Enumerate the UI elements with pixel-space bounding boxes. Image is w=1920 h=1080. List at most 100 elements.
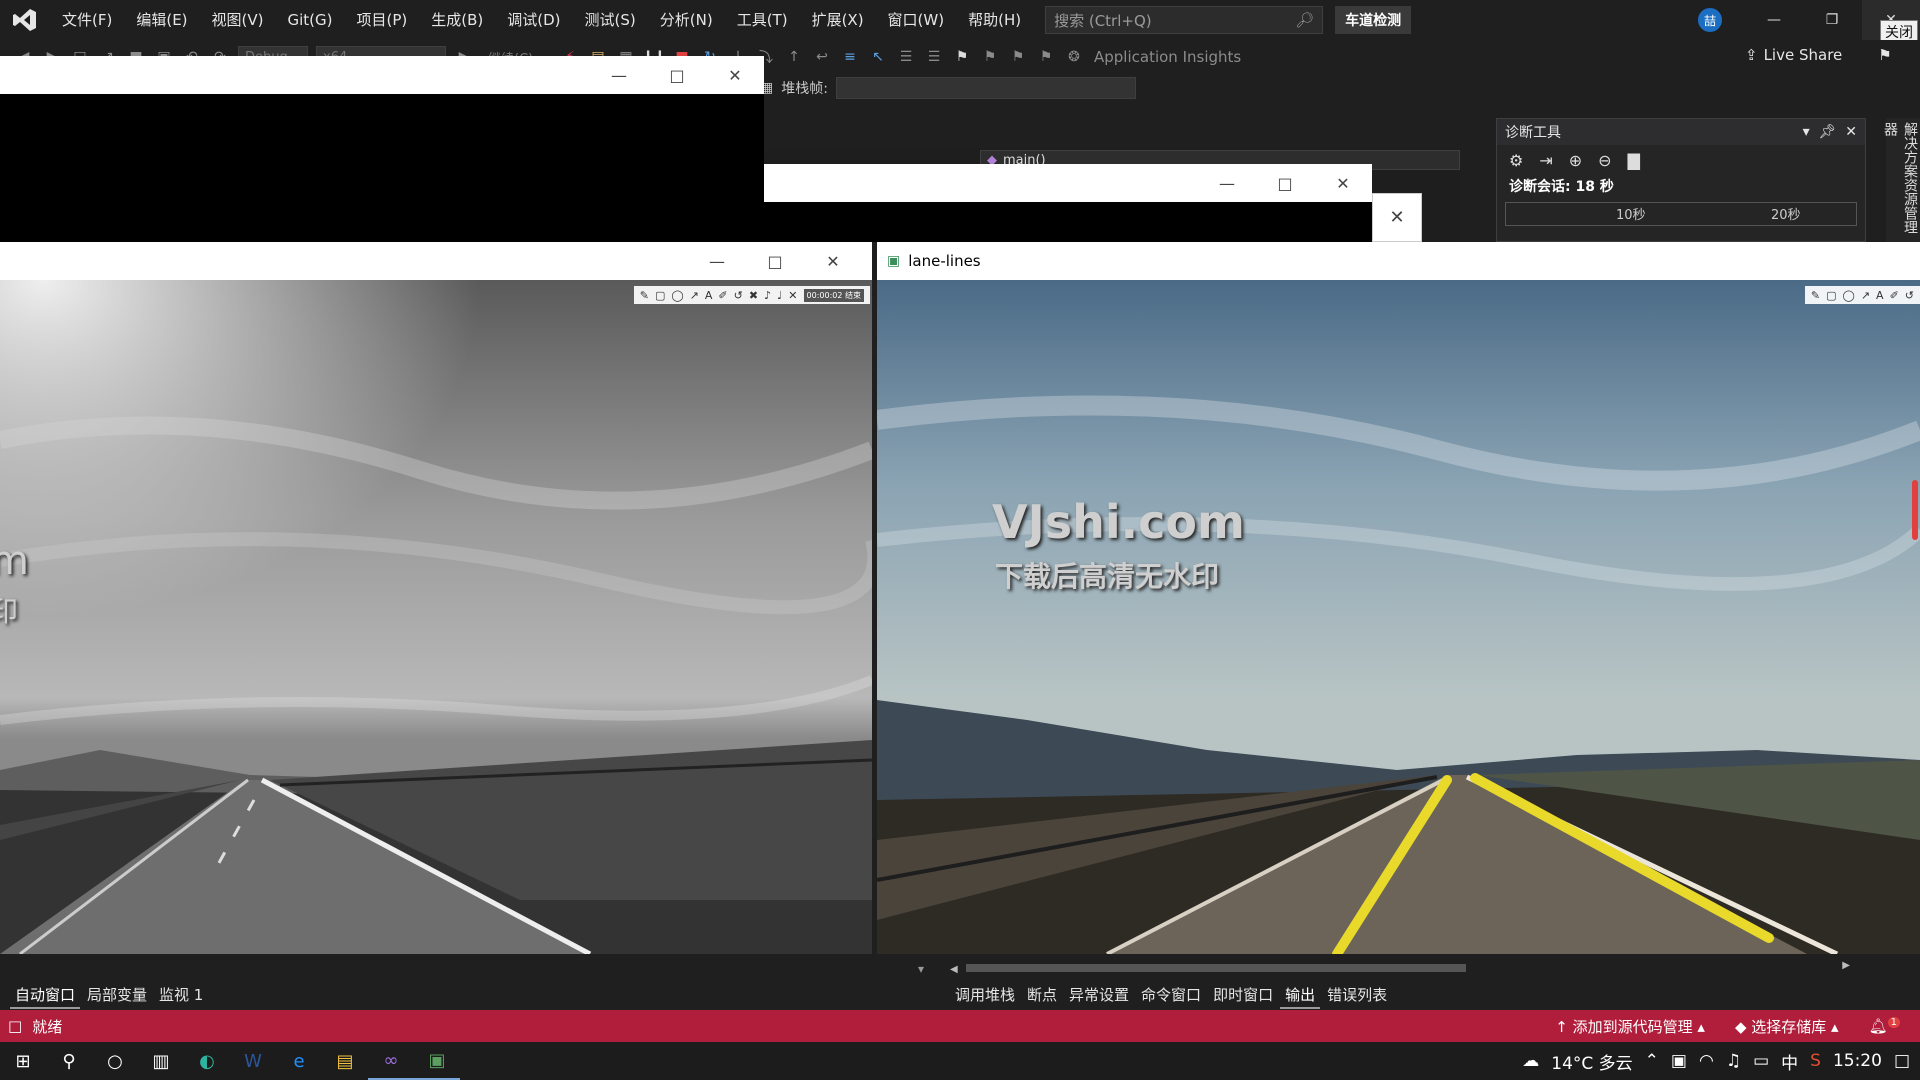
notification-center-icon[interactable]: □ — [1894, 1051, 1910, 1071]
weather-text[interactable]: 14°C 多云 — [1551, 1049, 1632, 1074]
console-titlebar[interactable]: — □ ✕ — [0, 56, 764, 94]
edge-icon[interactable]: ◐ — [184, 1042, 230, 1080]
menu-window[interactable]: 窗口(W) — [876, 0, 957, 40]
bookmark-icon[interactable]: ⚑ — [951, 46, 973, 68]
scroll-right-icon[interactable]: ▶ — [1842, 960, 1850, 971]
undo-icon[interactable]: ↺ — [734, 289, 743, 302]
ellipse-icon[interactable]: ◯ — [1843, 289, 1855, 302]
timeline-ruler[interactable]: 10秒 20秒 — [1505, 202, 1857, 226]
uncomment-icon[interactable]: ☰ — [923, 46, 945, 68]
ie-icon[interactable]: e — [276, 1042, 322, 1080]
menu-help[interactable]: 帮助(H) — [956, 0, 1033, 40]
zoom-out-icon[interactable]: ⊖ — [1598, 151, 1611, 170]
scroll-left-icon[interactable]: ◀ — [950, 964, 958, 975]
tab-output[interactable]: 输出 — [1280, 982, 1321, 1009]
select-repository[interactable]: ◆ 选择存储库 ▴ — [1735, 1016, 1839, 1037]
comment-icon[interactable]: ☰ — [895, 46, 917, 68]
step-out-icon[interactable]: ↑ — [783, 46, 805, 68]
search-input[interactable]: 搜索 (Ctrl+Q) 🔎︎ — [1045, 6, 1324, 34]
volume-icon[interactable]: ♫ — [1726, 1051, 1741, 1071]
pen-icon[interactable]: ✎ — [1811, 289, 1820, 302]
tray-chevron-icon[interactable]: ⌃ — [1645, 1051, 1659, 1071]
delete-icon[interactable]: ✖ — [749, 289, 758, 302]
scroll-thumb[interactable] — [966, 964, 1466, 972]
show-next-icon[interactable]: ↩ — [811, 46, 833, 68]
console-close-icon[interactable]: ✕ — [706, 56, 764, 94]
app-insights-icon[interactable]: ❂ — [1063, 46, 1085, 68]
network-icon[interactable]: ▣ — [1671, 1051, 1687, 1071]
feedback-icon[interactable]: ⚑ — [1878, 46, 1891, 64]
menu-test[interactable]: 测试(S) — [573, 0, 648, 40]
rect-icon[interactable]: ▢ — [1826, 289, 1836, 302]
lane-lines-titlebar[interactable]: ▣ lane-lines — [877, 242, 1920, 280]
tab-breakpoints[interactable]: 断点 — [1022, 982, 1062, 1009]
gray-minimize-icon[interactable]: — — [688, 242, 746, 280]
cortana-icon[interactable]: ○ — [92, 1042, 138, 1080]
rect-icon[interactable]: ▢ — [655, 289, 665, 302]
window2-minimize-icon[interactable]: — — [1198, 164, 1256, 202]
arrow-icon[interactable]: ↗ — [690, 289, 699, 302]
solution-explorer-tab[interactable]: 解决方案资源管理器 — [1882, 118, 1920, 242]
menu-file[interactable]: 文件(F) — [50, 0, 124, 40]
menu-edit[interactable]: 编辑(E) — [124, 0, 199, 40]
dropdown-icon[interactable]: ▾ — [1803, 124, 1810, 140]
search-icon[interactable]: ⚲ — [46, 1042, 92, 1080]
restore-icon[interactable]: ❐ — [1803, 0, 1861, 40]
bookmark-prev-icon[interactable]: ⚑ — [979, 46, 1001, 68]
application-insights-button[interactable]: Application Insights — [1094, 48, 1241, 66]
tab-error-list[interactable]: 错误列表 — [1322, 982, 1392, 1009]
ime-indicator[interactable]: 中 — [1781, 1049, 1798, 1074]
avatar[interactable]: 喆 — [1698, 8, 1722, 32]
threads-icon[interactable]: ≡ — [839, 46, 861, 68]
window3-close-icon[interactable]: ✕ — [1372, 193, 1422, 242]
panel-close-icon[interactable]: ✕ — [1845, 124, 1857, 140]
word-icon[interactable]: W — [230, 1042, 276, 1080]
gray-close-icon[interactable]: ✕ — [804, 242, 862, 280]
add-to-source-control[interactable]: ↑ 添加到源代码管理 ▴ — [1555, 1016, 1705, 1037]
task-view-icon[interactable]: ▥ — [138, 1042, 184, 1080]
menu-debug[interactable]: 调试(D) — [495, 0, 572, 40]
tab-immediate-window[interactable]: 即时窗口 — [1208, 982, 1278, 1009]
file-explorer-icon[interactable]: ▤ — [322, 1042, 368, 1080]
undo-icon[interactable]: ↺ — [1905, 289, 1914, 302]
window2-close-icon[interactable]: ✕ — [1314, 164, 1372, 202]
menu-view[interactable]: 视图(V) — [200, 0, 276, 40]
visual-studio-taskbar-icon[interactable]: ∞ — [368, 1042, 414, 1080]
notifications[interactable]: 🔔︎ 1 — [1869, 1017, 1900, 1035]
arrow-icon[interactable]: ↗ — [1861, 289, 1870, 302]
tab-autos[interactable]: 自动窗口 — [10, 982, 81, 1009]
input-method-icon[interactable]: S — [1810, 1051, 1821, 1071]
zoom-in-icon[interactable]: ⊕ — [1569, 151, 1582, 170]
grayscale-titlebar[interactable]: — □ ✕ — [0, 242, 872, 280]
ellipse-icon[interactable]: ◯ — [671, 289, 683, 302]
marker-icon[interactable]: ✐ — [1890, 289, 1899, 302]
text-icon[interactable]: A — [705, 289, 713, 302]
menu-tools[interactable]: 工具(T) — [725, 0, 800, 40]
gray-maximize-icon[interactable]: □ — [746, 242, 804, 280]
tab-command-window[interactable]: 命令窗口 — [1136, 982, 1206, 1009]
text-icon[interactable]: A — [1876, 289, 1884, 302]
scroll-indicator[interactable] — [1912, 480, 1918, 540]
close-toolbar-icon[interactable]: ✕ — [788, 289, 797, 302]
menu-project[interactable]: 项目(P) — [345, 0, 420, 40]
clock[interactable]: 15:20 — [1833, 1051, 1882, 1071]
battery-icon[interactable]: ▭ — [1753, 1051, 1769, 1071]
console-maximize-icon[interactable]: □ — [648, 56, 706, 94]
stackframe-dropdown[interactable] — [835, 77, 1136, 99]
pin-icon[interactable]: 📌︎ — [1819, 124, 1837, 140]
output-status-icon[interactable]: □ — [8, 1017, 22, 1035]
menu-build[interactable]: 生成(B) — [419, 0, 495, 40]
chart-icon[interactable]: ▇ — [1628, 151, 1640, 170]
pen-icon[interactable]: ✎ — [640, 289, 649, 302]
horizontal-scrollbar[interactable]: ◀ ▶ — [950, 960, 1850, 976]
menu-git[interactable]: Git(G) — [276, 0, 345, 40]
bookmark-next-icon[interactable]: ⚑ — [1007, 46, 1029, 68]
opencv-app-taskbar-icon[interactable]: ▣ — [414, 1042, 460, 1080]
console-minimize-icon[interactable]: — — [590, 56, 648, 94]
wifi-icon[interactable]: ◠ — [1699, 1051, 1714, 1071]
weather-icon[interactable]: ☁ — [1522, 1051, 1539, 1071]
bookmark-clear-icon[interactable]: ⚑ — [1035, 46, 1057, 68]
pointer-icon[interactable]: ↖ — [867, 46, 889, 68]
export-icon[interactable]: ⇥ — [1539, 151, 1552, 170]
dock-dropdown-icon[interactable]: ▾ — [918, 962, 924, 976]
